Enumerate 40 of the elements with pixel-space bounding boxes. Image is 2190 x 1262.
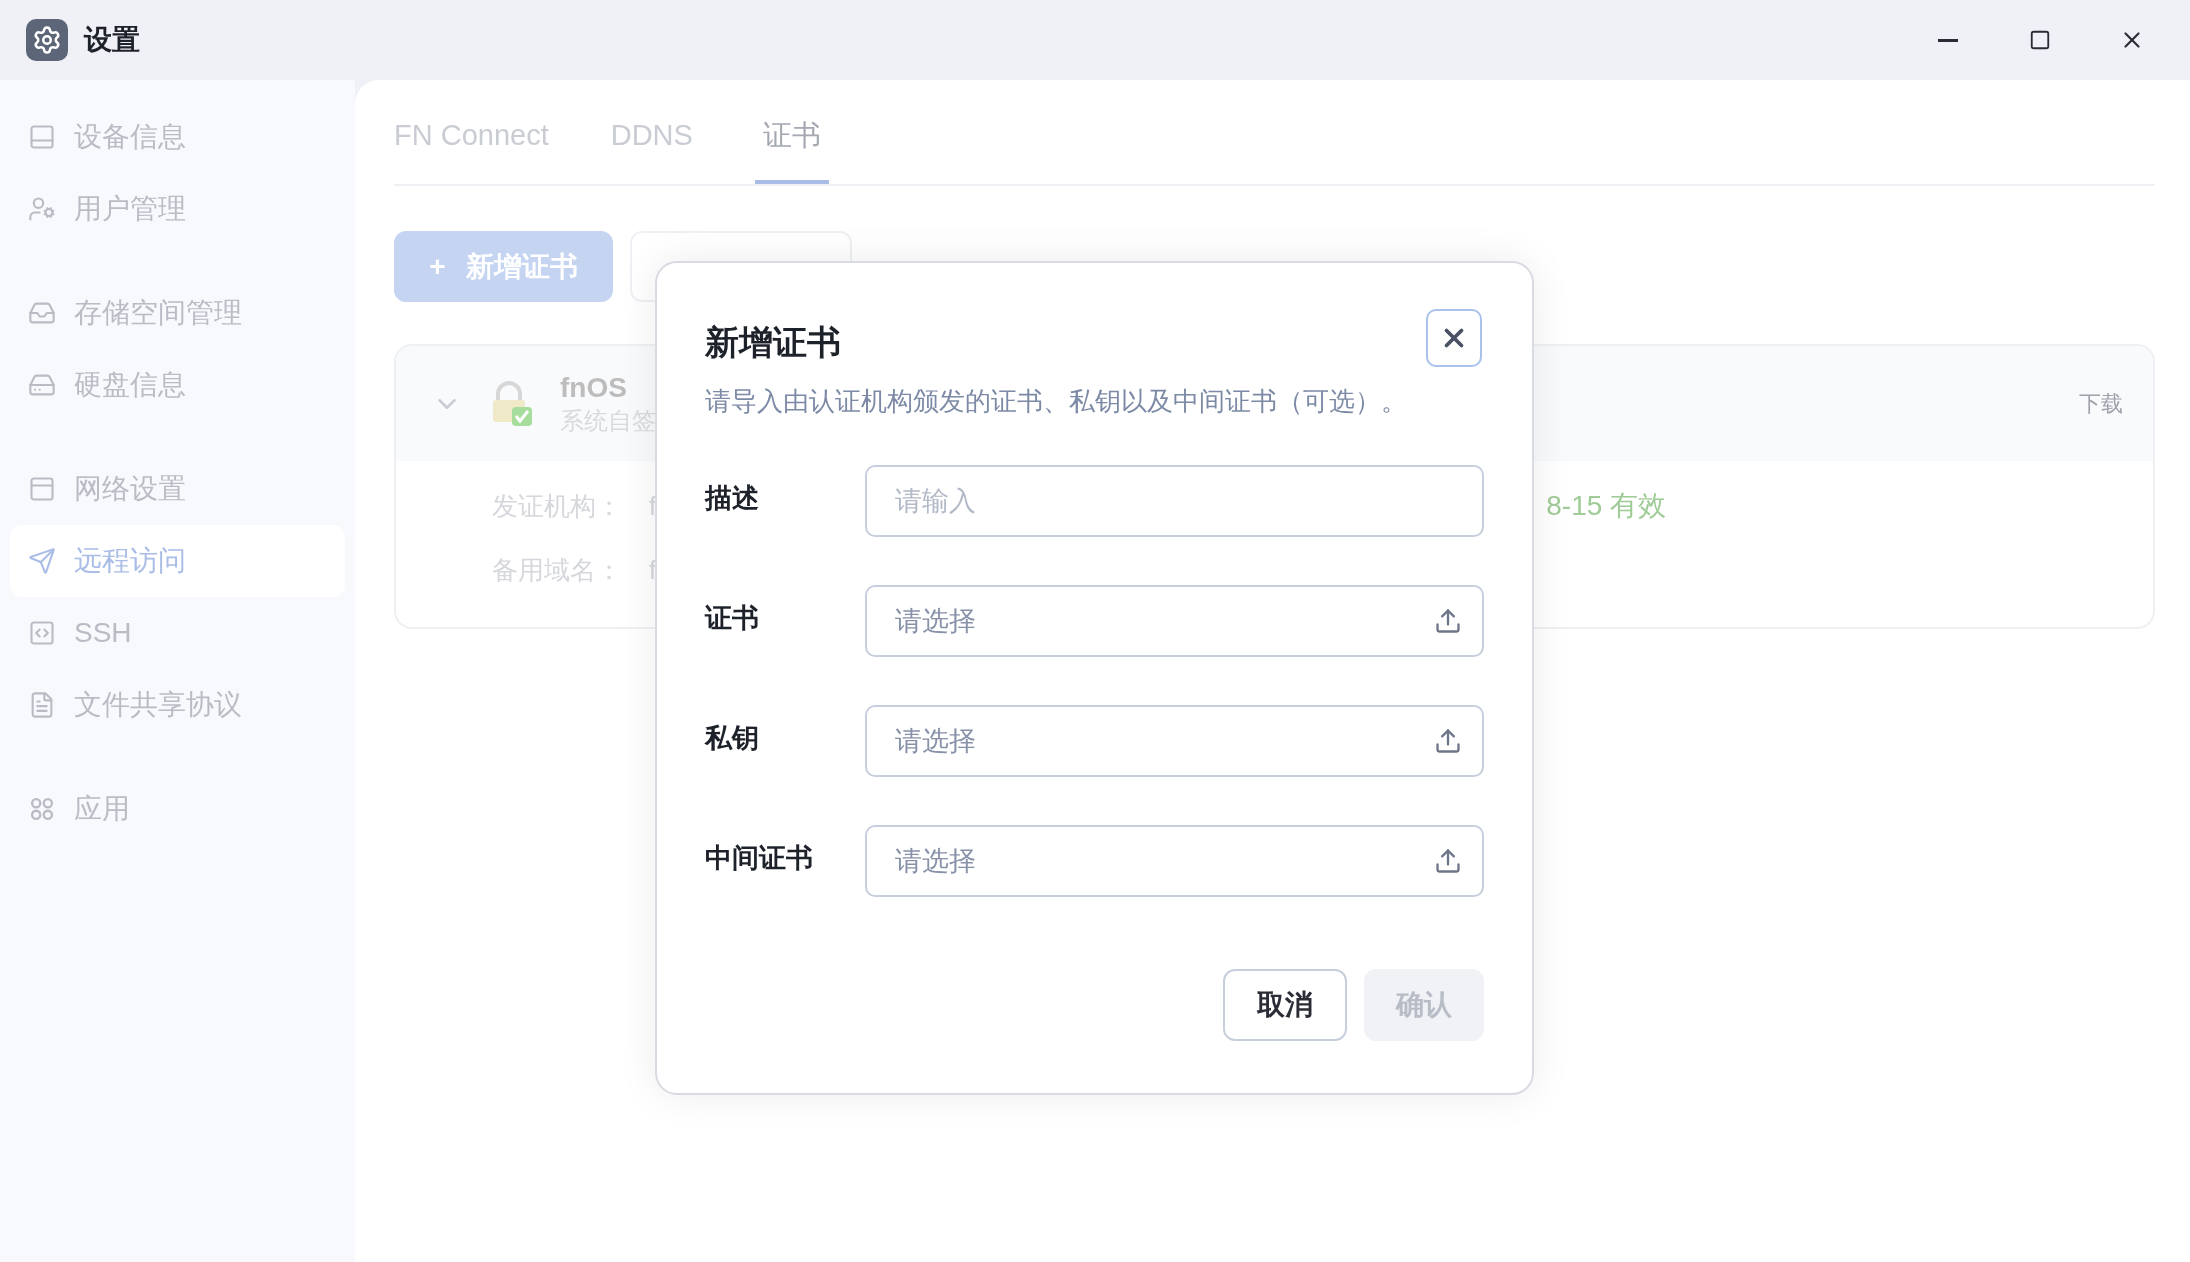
dialog-title: 新增证书 <box>705 322 841 363</box>
sidebar-item[interactable]: 应用 <box>10 773 345 845</box>
validity-text: 8-15 有效 <box>1546 489 1667 523</box>
sidebar-item[interactable]: 网络设置 <box>10 453 345 525</box>
user-gear-icon <box>28 195 56 223</box>
upload-icon[interactable] <box>1434 847 1462 875</box>
minimize-icon <box>1938 38 1958 42</box>
dialog-description: 请导入由认证机构颁发的证书、私钥以及中间证书（可选）。 <box>705 385 1408 418</box>
sidebar-item[interactable]: 远程访问 <box>10 525 345 597</box>
sidebar-item[interactable]: 存储空间管理 <box>10 277 345 349</box>
input-field[interactable]: 请输入 <box>864 465 1484 537</box>
monitor-icon <box>28 123 56 151</box>
add-certificate-button[interactable]: + 新增证书 <box>394 231 613 302</box>
field-label: 证书 <box>705 601 760 635</box>
file-select-field[interactable]: 请选择 <box>864 585 1484 657</box>
file-select-field[interactable]: 请选择 <box>864 705 1484 777</box>
download-link[interactable]: 下载 <box>2079 387 2123 420</box>
close-button[interactable] <box>1426 309 1482 367</box>
cancel-button[interactable]: 取消 <box>1223 969 1347 1041</box>
paper-plane-icon <box>28 547 56 575</box>
sidebar-item[interactable]: 硬盘信息 <box>10 349 345 421</box>
app-settings-icon <box>26 19 68 61</box>
field-label: 私钥 <box>705 721 760 755</box>
field-label: 中间证书 <box>705 841 814 875</box>
certificate-name: fnOS <box>560 370 628 405</box>
code-icon <box>28 619 56 647</box>
lock-icon <box>490 380 534 427</box>
sidebar-item[interactable]: 用户管理 <box>10 173 345 245</box>
upload-icon[interactable] <box>1434 727 1462 755</box>
field-label: 描述 <box>705 481 760 515</box>
window-title: 设置 <box>84 23 140 57</box>
tab[interactable]: 证书 <box>754 114 829 184</box>
upload-icon[interactable] <box>1434 607 1462 635</box>
grid-icon <box>28 795 56 823</box>
sidebar-item[interactable]: 设备信息 <box>10 101 345 173</box>
maximize-icon <box>2029 29 2051 51</box>
file-select-field[interactable]: 请选择 <box>864 825 1484 897</box>
panel-icon <box>28 475 56 503</box>
sidebar-item[interactable]: SSH <box>10 597 345 669</box>
sidebar-item[interactable]: 文件共享协议 <box>10 669 345 741</box>
